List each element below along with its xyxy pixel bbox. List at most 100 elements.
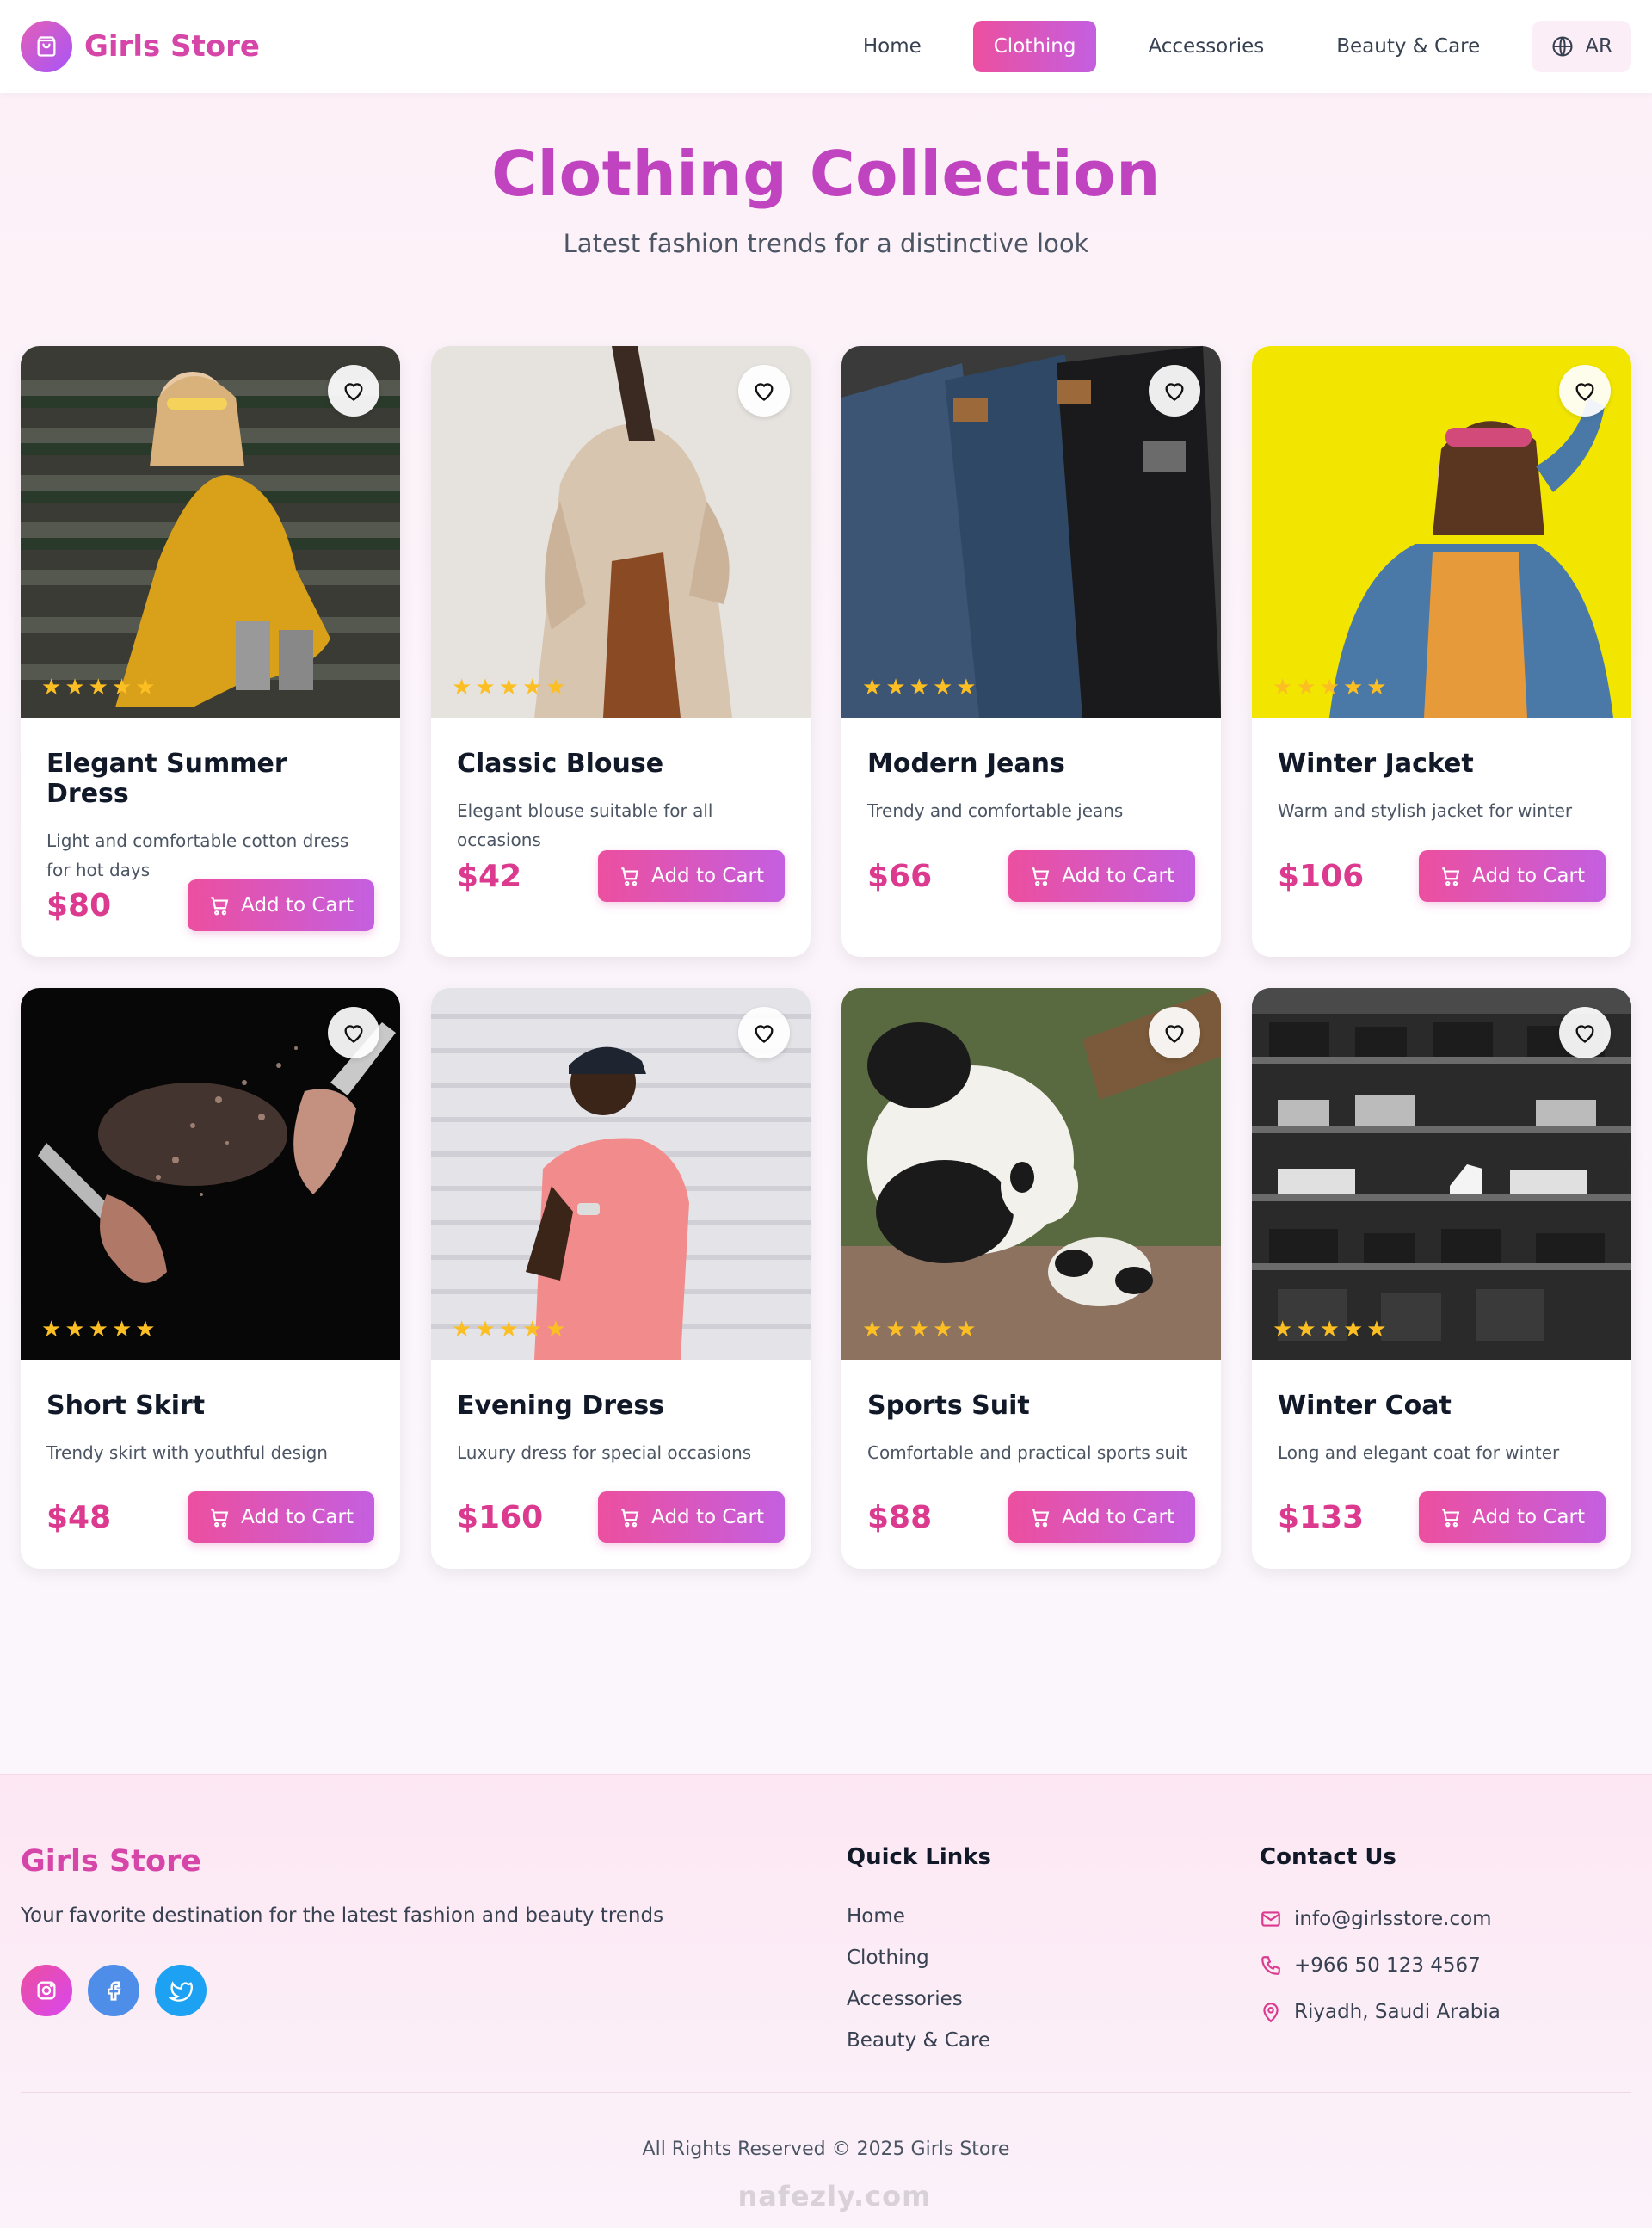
shopping-bag-icon bbox=[21, 21, 72, 72]
instagram-icon bbox=[37, 1981, 56, 2000]
add-to-cart-button[interactable]: Add to Cart bbox=[188, 879, 374, 931]
add-to-cart-button[interactable]: Add to Cart bbox=[1419, 1491, 1606, 1543]
nav-links: Home Clothing Accessories Beauty & Care … bbox=[811, 21, 1631, 72]
add-to-cart-button[interactable]: Add to Cart bbox=[1008, 1491, 1195, 1543]
product-title: Winter Jacket bbox=[1278, 749, 1474, 779]
star-rating: ★ ★ ★ ★ ★ bbox=[452, 675, 566, 700]
instagram-button[interactable] bbox=[21, 1965, 72, 2016]
favorite-heart-button[interactable] bbox=[1149, 365, 1200, 417]
add-to-cart-label: Add to Cart bbox=[1062, 1506, 1174, 1528]
nav-link-home[interactable]: Home bbox=[842, 21, 942, 72]
quick-links-title: Quick Links bbox=[847, 1844, 992, 1870]
star-rating: ★ ★ ★ ★ ★ bbox=[452, 1317, 566, 1342]
product-card: ★ ★ ★ ★ ★ Sports Suit Comfortable and practi… bbox=[841, 988, 1221, 1569]
add-to-cart-button[interactable]: Add to Cart bbox=[1008, 850, 1195, 902]
top-navbar: Girls Store Home Clothing Accessories Be… bbox=[0, 0, 1652, 93]
heart-icon bbox=[1575, 383, 1594, 401]
product-image[interactable]: ★ ★ ★ ★ ★ bbox=[841, 346, 1221, 718]
contact-email[interactable]: info@girlsstore.com bbox=[1260, 1896, 1501, 1942]
add-to-cart-button[interactable]: Add to Cart bbox=[188, 1491, 374, 1543]
add-to-cart-label: Add to Cart bbox=[241, 1506, 354, 1528]
star-rating: ★ ★ ★ ★ ★ bbox=[862, 675, 977, 700]
product-title: Modern Jeans bbox=[867, 749, 1065, 779]
product-description: Comfortable and practical sports suit bbox=[867, 1442, 1187, 1463]
nav-link-beauty-care[interactable]: Beauty & Care bbox=[1316, 21, 1501, 72]
globe-icon bbox=[1552, 36, 1573, 57]
product-description: Long and elegant coat for winter bbox=[1278, 1442, 1560, 1463]
favorite-heart-button[interactable] bbox=[1149, 1007, 1200, 1058]
add-to-cart-label: Add to Cart bbox=[1472, 1506, 1585, 1528]
favorite-heart-button[interactable] bbox=[738, 1007, 790, 1058]
add-to-cart-button[interactable]: Add to Cart bbox=[598, 1491, 785, 1543]
heart-icon bbox=[1165, 1025, 1184, 1043]
product-image[interactable]: ★ ★ ★ ★ ★ bbox=[431, 346, 811, 718]
product-price: $133 bbox=[1278, 1499, 1365, 1535]
product-title: Short Skirt bbox=[46, 1391, 206, 1421]
product-card: ★ ★ ★ ★ ★ Classic Blouse Elegant blouse suit… bbox=[431, 346, 811, 957]
product-card: ★ ★ ★ ★ ★ Winter Jacket Warm and stylish jac… bbox=[1252, 346, 1631, 957]
product-title: Winter Coat bbox=[1278, 1391, 1452, 1421]
add-to-cart-label: Add to Cart bbox=[1472, 865, 1585, 887]
product-image[interactable]: ★ ★ ★ ★ ★ bbox=[21, 346, 400, 718]
quick-links: Home Clothing Accessories Beauty & Care bbox=[847, 1896, 990, 2061]
product-card: ★ ★ ★ ★ ★ Elegant Summer Dress Light and com… bbox=[21, 346, 400, 957]
star-rating: ★ ★ ★ ★ ★ bbox=[1273, 675, 1387, 700]
footer-link-clothing[interactable]: Clothing bbox=[847, 1937, 990, 1978]
footer-link-beauty-care[interactable]: Beauty & Care bbox=[847, 2020, 990, 2061]
footer-tagline: Your favorite destination for the latest… bbox=[21, 1904, 664, 1927]
language-toggle-button[interactable]: AR bbox=[1532, 21, 1631, 72]
favorite-heart-button[interactable] bbox=[1559, 365, 1611, 417]
footer-link-accessories[interactable]: Accessories bbox=[847, 1978, 990, 2020]
page-title: Clothing Collection bbox=[491, 138, 1161, 210]
product-image[interactable]: ★ ★ ★ ★ ★ bbox=[21, 988, 400, 1360]
product-card: ★ ★ ★ ★ ★ Short Skirt Trendy skirt with yout… bbox=[21, 988, 400, 1569]
contact-title: Contact Us bbox=[1260, 1844, 1396, 1870]
star-rating: ★ ★ ★ ★ ★ bbox=[862, 1317, 977, 1342]
add-to-cart-button[interactable]: Add to Cart bbox=[1419, 850, 1606, 902]
twitter-icon bbox=[169, 1981, 193, 2002]
heart-icon bbox=[755, 383, 774, 401]
cart-icon bbox=[1032, 1509, 1050, 1528]
page-subtitle: Latest fashion trends for a distinctive … bbox=[563, 229, 1089, 258]
product-card: ★ ★ ★ ★ ★ Evening Dress Luxury dress for spe… bbox=[431, 988, 811, 1569]
map-pin-icon bbox=[1263, 2003, 1279, 2023]
product-price: $88 bbox=[867, 1499, 933, 1535]
star-rating: ★ ★ ★ ★ ★ bbox=[1273, 1317, 1387, 1342]
phone-icon bbox=[1261, 1956, 1280, 1975]
nav-link-clothing[interactable]: Clothing bbox=[972, 21, 1097, 72]
cart-icon bbox=[1442, 867, 1460, 886]
footer-link-home[interactable]: Home bbox=[847, 1896, 990, 1937]
product-image[interactable]: ★ ★ ★ ★ ★ bbox=[841, 988, 1221, 1360]
favorite-heart-button[interactable] bbox=[328, 365, 379, 417]
brand-logo[interactable]: Girls Store bbox=[21, 21, 260, 72]
favorite-heart-button[interactable] bbox=[328, 1007, 379, 1058]
brand-name: Girls Store bbox=[84, 29, 260, 64]
favorite-heart-button[interactable] bbox=[1559, 1007, 1611, 1058]
product-title: Elegant Summer Dress bbox=[46, 749, 287, 809]
product-price: $80 bbox=[46, 887, 112, 923]
product-price: $160 bbox=[457, 1499, 544, 1535]
contact-address: Riyadh, Saudi Arabia bbox=[1260, 1989, 1501, 2035]
heart-icon bbox=[755, 1025, 774, 1043]
twitter-button[interactable] bbox=[155, 1965, 206, 2016]
heart-icon bbox=[344, 383, 363, 401]
nav-link-accessories[interactable]: Accessories bbox=[1127, 21, 1285, 72]
cart-icon bbox=[211, 1509, 229, 1528]
facebook-button[interactable] bbox=[88, 1965, 139, 2016]
contact-phone[interactable]: +966 50 123 4567 bbox=[1260, 1942, 1501, 1989]
footer-divider bbox=[21, 2092, 1631, 2093]
add-to-cart-button[interactable]: Add to Cart bbox=[598, 850, 785, 902]
product-image[interactable]: ★ ★ ★ ★ ★ bbox=[1252, 988, 1631, 1360]
contact-address-text: Riyadh, Saudi Arabia bbox=[1294, 2001, 1501, 2023]
product-image[interactable]: ★ ★ ★ ★ ★ bbox=[431, 988, 811, 1360]
favorite-heart-button[interactable] bbox=[738, 365, 790, 417]
heart-icon bbox=[1165, 383, 1184, 401]
add-to-cart-label: Add to Cart bbox=[241, 894, 354, 917]
product-grid: ★ ★ ★ ★ ★ Elegant Summer Dress Light and com… bbox=[21, 346, 1631, 1569]
mail-icon bbox=[1261, 1911, 1280, 1927]
facebook-icon bbox=[108, 1981, 121, 2001]
heart-icon bbox=[344, 1025, 363, 1043]
product-image[interactable]: ★ ★ ★ ★ ★ bbox=[1252, 346, 1631, 718]
add-to-cart-label: Add to Cart bbox=[651, 865, 764, 887]
product-description: Elegant blouse suitable for all occasion… bbox=[457, 800, 713, 850]
